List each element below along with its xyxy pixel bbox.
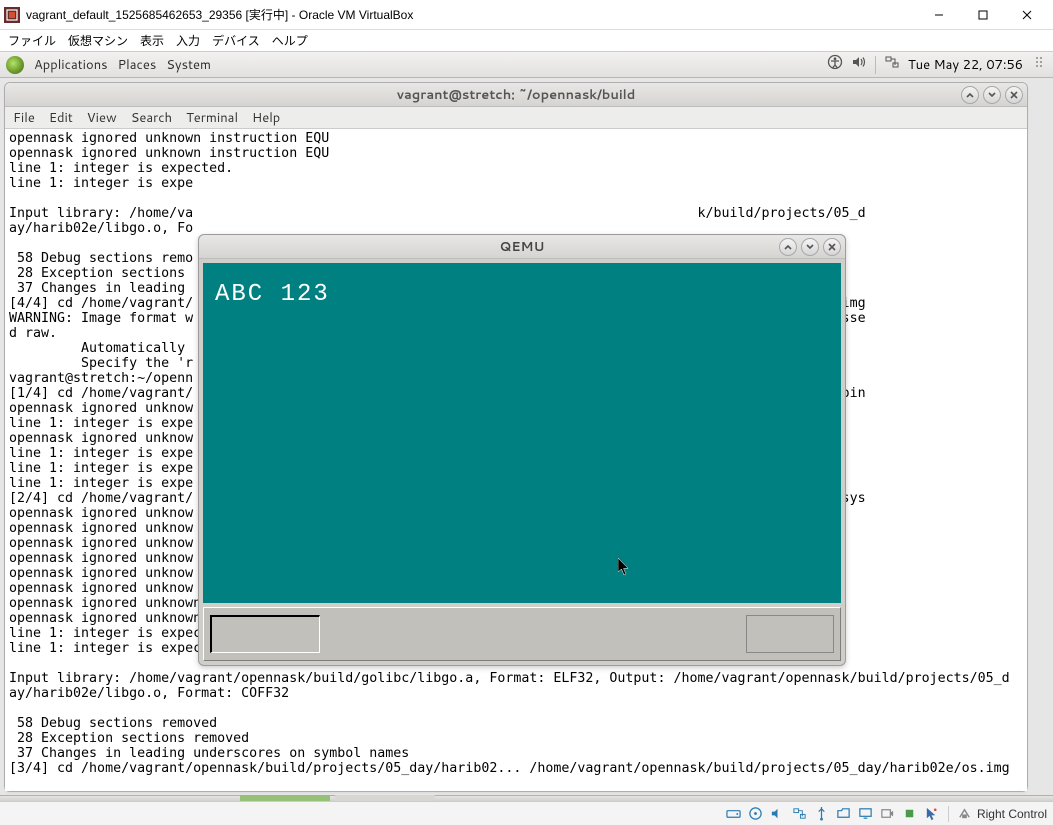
qemu-title: QEMU	[499, 238, 544, 256]
terminal-menubar: File Edit View Search Terminal Help	[5, 107, 1027, 129]
mouse-integration-icon[interactable]	[924, 806, 940, 822]
virtualbox-window-title: vagrant_default_1525685462653_29356 [実行中…	[26, 6, 413, 23]
terminal-titlebar[interactable]: vagrant@stretch: ~/opennask/build	[5, 83, 1027, 107]
cpu-indicator-icon[interactable]	[902, 806, 918, 822]
gnome-menu-places[interactable]: Places	[118, 56, 157, 74]
taskbar-app[interactable]	[335, 795, 435, 801]
qemu-window: QEMU ABC 123	[198, 234, 846, 666]
qemu-maximize-button[interactable]	[801, 238, 819, 256]
display-indicator-icon[interactable]	[858, 806, 874, 822]
terminal-title: vagrant@stretch: ~/opennask/build	[397, 86, 636, 104]
qemu-taskbar-button-left[interactable]	[210, 615, 320, 653]
terminal-maximize-button[interactable]	[983, 86, 1001, 104]
vbox-menu-help[interactable]: ヘルプ	[272, 32, 308, 49]
shared-folder-indicator-icon[interactable]	[836, 806, 852, 822]
term-menu-help[interactable]: Help	[252, 109, 280, 127]
panel-handle-icon	[1031, 54, 1047, 75]
close-button[interactable]	[1005, 1, 1049, 29]
terminal-close-button[interactable]	[1005, 86, 1023, 104]
usb-indicator-icon[interactable]	[814, 806, 830, 822]
distro-logo-icon[interactable]	[6, 56, 24, 74]
network-indicator-icon[interactable]	[792, 806, 808, 822]
term-menu-search[interactable]: Search	[131, 109, 172, 127]
virtualbox-menubar: ファイル 仮想マシン 表示 入力 デバイス ヘルプ	[0, 30, 1053, 52]
accessibility-icon[interactable]	[827, 54, 843, 75]
virtualbox-icon	[4, 7, 20, 23]
minimize-button[interactable]	[917, 1, 961, 29]
gnome-menu-system[interactable]: System	[166, 56, 211, 74]
keyboard-arrow-icon	[957, 806, 973, 822]
taskbar-active-app[interactable]	[240, 795, 330, 801]
hdd-indicator-icon[interactable]	[726, 806, 742, 822]
gnome-bottom-panel	[0, 795, 1053, 801]
gnome-top-panel: Applications Places System Tue May 22, 0…	[0, 52, 1053, 78]
maximize-button[interactable]	[961, 1, 1005, 29]
term-menu-file[interactable]: File	[13, 109, 35, 127]
vbox-menu-input[interactable]: 入力	[176, 32, 200, 49]
vbox-menu-view[interactable]: 表示	[140, 32, 164, 49]
vbox-menu-devices[interactable]: デバイス	[212, 32, 260, 49]
network-icon[interactable]	[884, 54, 900, 75]
qemu-minimize-button[interactable]	[779, 238, 797, 256]
recording-indicator-icon[interactable]	[880, 806, 896, 822]
host-key-label: Right Control	[977, 807, 1047, 821]
qemu-display[interactable]: ABC 123	[203, 263, 841, 603]
optical-indicator-icon[interactable]	[748, 806, 764, 822]
term-menu-view[interactable]: View	[87, 109, 117, 127]
virtualbox-statusbar: Right Control	[0, 801, 1053, 825]
term-menu-edit[interactable]: Edit	[49, 109, 73, 127]
guest-desktop: Applications Places System Tue May 22, 0…	[0, 52, 1053, 801]
gnome-menu-applications[interactable]: Applications	[34, 56, 108, 74]
qemu-taskbar	[203, 607, 841, 661]
qemu-screen-text: ABC 123	[215, 281, 330, 308]
terminal-minimize-button[interactable]	[961, 86, 979, 104]
qemu-close-button[interactable]	[823, 238, 841, 256]
clock[interactable]: Tue May 22, 07:56	[908, 56, 1023, 74]
term-menu-terminal[interactable]: Terminal	[186, 109, 238, 127]
vbox-menu-machine[interactable]: 仮想マシン	[68, 32, 128, 49]
host-key-indicator[interactable]: Right Control	[957, 806, 1047, 822]
mouse-cursor-icon	[618, 558, 630, 576]
qemu-taskbar-tray	[746, 615, 834, 653]
audio-indicator-icon[interactable]	[770, 806, 786, 822]
volume-icon[interactable]	[851, 54, 867, 75]
vbox-menu-file[interactable]: ファイル	[8, 32, 56, 49]
qemu-titlebar[interactable]: QEMU	[199, 235, 845, 259]
virtualbox-titlebar: vagrant_default_1525685462653_29356 [実行中…	[0, 0, 1053, 30]
